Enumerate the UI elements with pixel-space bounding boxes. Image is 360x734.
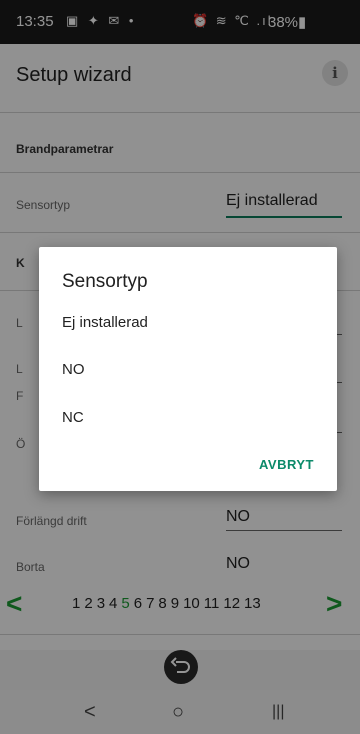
dialog-title: Sensortyp	[62, 271, 148, 292]
option-not-installed[interactable]: Ej installerad	[62, 314, 148, 331]
option-no[interactable]: NO	[62, 361, 85, 378]
sensor-type-dialog: Sensortyp Ej installerad NO NC AVBRYT	[39, 247, 337, 491]
cancel-button[interactable]: AVBRYT	[259, 457, 314, 472]
option-nc[interactable]: NC	[62, 409, 84, 426]
